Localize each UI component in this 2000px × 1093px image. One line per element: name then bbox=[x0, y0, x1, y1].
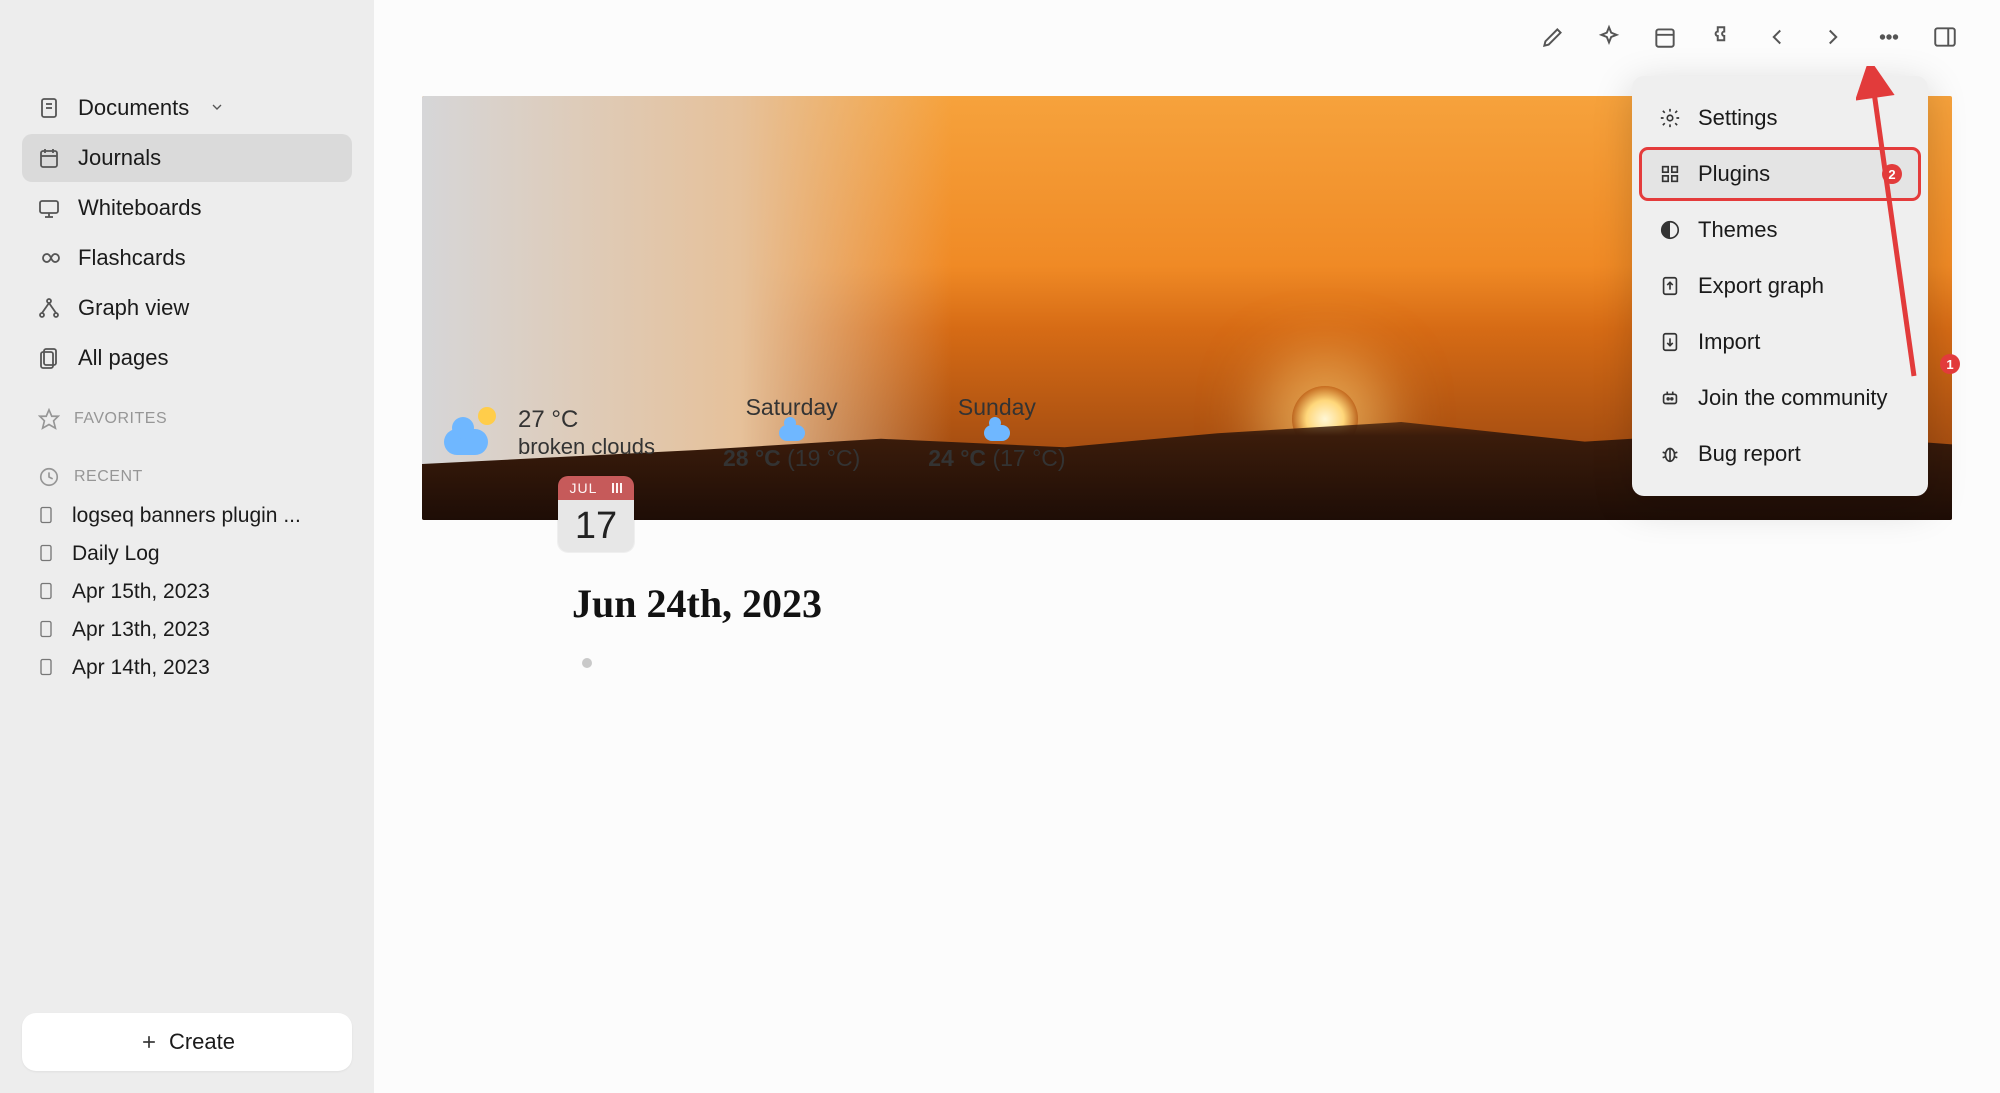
recent-item[interactable]: Apr 13th, 2023 bbox=[22, 612, 352, 648]
menu-label: Import bbox=[1698, 329, 1760, 355]
weather-partly-cloudy-icon bbox=[444, 405, 500, 461]
calendar-toolbar-icon[interactable] bbox=[1650, 22, 1680, 52]
sidebar: Documents Journals Whiteboards Flashcard… bbox=[0, 0, 374, 1093]
nav-label: All pages bbox=[78, 345, 169, 371]
main-area: 27 °C broken clouds Saturday 28 °C (19 °… bbox=[374, 0, 2000, 1093]
import-icon bbox=[1658, 330, 1682, 354]
date-chip-month: JUL bbox=[558, 476, 634, 500]
graph-icon bbox=[36, 295, 62, 321]
top-right-toolbar bbox=[1538, 22, 1960, 52]
sidebar-item-journals[interactable]: Journals bbox=[22, 134, 352, 182]
clock-icon bbox=[38, 466, 60, 488]
themes-icon bbox=[1658, 218, 1682, 242]
weather-forecast-day: Sunday 24 °C (17 °C) bbox=[928, 394, 1065, 472]
annotation-badge-1: 1 bbox=[1940, 354, 1960, 374]
page-icon bbox=[36, 543, 58, 565]
nav-label: Graph view bbox=[78, 295, 189, 321]
annotation-badge-2: 2 bbox=[1882, 164, 1902, 184]
chevron-down-icon bbox=[209, 95, 225, 121]
weather-forecast-day: Saturday 28 °C (19 °C) bbox=[723, 394, 860, 472]
date-chip-day: 17 bbox=[558, 500, 634, 552]
menu-label: Plugins bbox=[1698, 161, 1770, 187]
star-icon bbox=[38, 408, 60, 430]
page-title: Jun 24th, 2023 bbox=[572, 580, 822, 627]
sidebar-item-documents[interactable]: Documents bbox=[22, 84, 352, 132]
sidebar-item-graph-view[interactable]: Graph view bbox=[22, 284, 352, 332]
more-dropdown-menu: Settings Plugins 2 Themes Export graph I… bbox=[1632, 76, 1928, 496]
menu-label: Join the community bbox=[1698, 385, 1888, 411]
cloud-icon bbox=[984, 425, 1010, 441]
page-icon bbox=[36, 657, 58, 679]
documents-icon bbox=[36, 95, 62, 121]
nav-label: Flashcards bbox=[78, 245, 186, 271]
page-icon bbox=[36, 619, 58, 641]
menu-label: Themes bbox=[1698, 217, 1777, 243]
empty-bullet[interactable] bbox=[582, 658, 592, 668]
sidebar-item-whiteboards[interactable]: Whiteboards bbox=[22, 184, 352, 232]
create-button[interactable]: Create bbox=[22, 1013, 352, 1071]
weather-widget: 27 °C broken clouds Saturday 28 °C (19 °… bbox=[444, 394, 1066, 472]
weather-day-temps: 28 °C (19 °C) bbox=[723, 445, 860, 472]
calendar-icon bbox=[36, 145, 62, 171]
create-label: Create bbox=[169, 1029, 235, 1055]
nav-label: Documents bbox=[78, 95, 189, 121]
weather-current-temp: 27 °C bbox=[518, 406, 655, 434]
menu-label: Bug report bbox=[1698, 441, 1801, 467]
page-icon bbox=[36, 505, 58, 527]
page-icon bbox=[36, 581, 58, 603]
sidebar-nav: Documents Journals Whiteboards Flashcard… bbox=[0, 84, 374, 382]
menu-item-import[interactable]: Import bbox=[1640, 316, 1920, 368]
cloud-icon bbox=[779, 425, 805, 441]
menu-item-bug-report[interactable]: Bug report bbox=[1640, 428, 1920, 480]
nav-label: Whiteboards bbox=[78, 195, 202, 221]
menu-label: Settings bbox=[1698, 105, 1778, 131]
pages-icon bbox=[36, 345, 62, 371]
weather-current-desc: broken clouds bbox=[518, 434, 655, 460]
infinity-icon bbox=[36, 245, 62, 271]
community-icon bbox=[1658, 386, 1682, 410]
sidebar-item-flashcards[interactable]: Flashcards bbox=[22, 234, 352, 282]
nav-back-icon[interactable] bbox=[1762, 22, 1792, 52]
export-icon bbox=[1658, 274, 1682, 298]
recent-item[interactable]: Daily Log bbox=[22, 536, 352, 572]
plus-icon bbox=[139, 1032, 159, 1052]
recent-item[interactable]: logseq banners plugin ... bbox=[22, 498, 352, 534]
gear-icon bbox=[1658, 106, 1682, 130]
bug-icon bbox=[1658, 442, 1682, 466]
plugins-icon bbox=[1658, 162, 1682, 186]
sparkle-icon[interactable] bbox=[1594, 22, 1624, 52]
sidebar-item-all-pages[interactable]: All pages bbox=[22, 334, 352, 382]
menu-item-themes[interactable]: Themes bbox=[1640, 204, 1920, 256]
pencil-icon[interactable] bbox=[1538, 22, 1568, 52]
right-sidebar-toggle-icon[interactable] bbox=[1930, 22, 1960, 52]
recent-section-label: RECENT bbox=[0, 440, 374, 498]
menu-item-join-community[interactable]: Join the community bbox=[1640, 372, 1920, 424]
more-menu-icon[interactable] bbox=[1874, 22, 1904, 52]
recent-list: logseq banners plugin ... Daily Log Apr … bbox=[0, 498, 374, 686]
weather-today: 27 °C broken clouds bbox=[444, 405, 655, 461]
menu-label: Export graph bbox=[1698, 273, 1824, 299]
nav-label: Journals bbox=[78, 145, 161, 171]
whiteboard-icon bbox=[36, 195, 62, 221]
puzzle-icon[interactable] bbox=[1706, 22, 1736, 52]
journal-date-chip: JUL 17 bbox=[558, 476, 634, 552]
favorites-section-label: FAVORITES bbox=[0, 382, 374, 440]
menu-item-plugins[interactable]: Plugins 2 bbox=[1640, 148, 1920, 200]
weather-day-temps: 24 °C (17 °C) bbox=[928, 445, 1065, 472]
recent-item[interactable]: Apr 15th, 2023 bbox=[22, 574, 352, 610]
menu-item-settings[interactable]: Settings bbox=[1640, 92, 1920, 144]
recent-item[interactable]: Apr 14th, 2023 bbox=[22, 650, 352, 686]
nav-forward-icon[interactable] bbox=[1818, 22, 1848, 52]
scrollbar[interactable] bbox=[1984, 0, 1994, 1093]
menu-item-export-graph[interactable]: Export graph bbox=[1640, 260, 1920, 312]
